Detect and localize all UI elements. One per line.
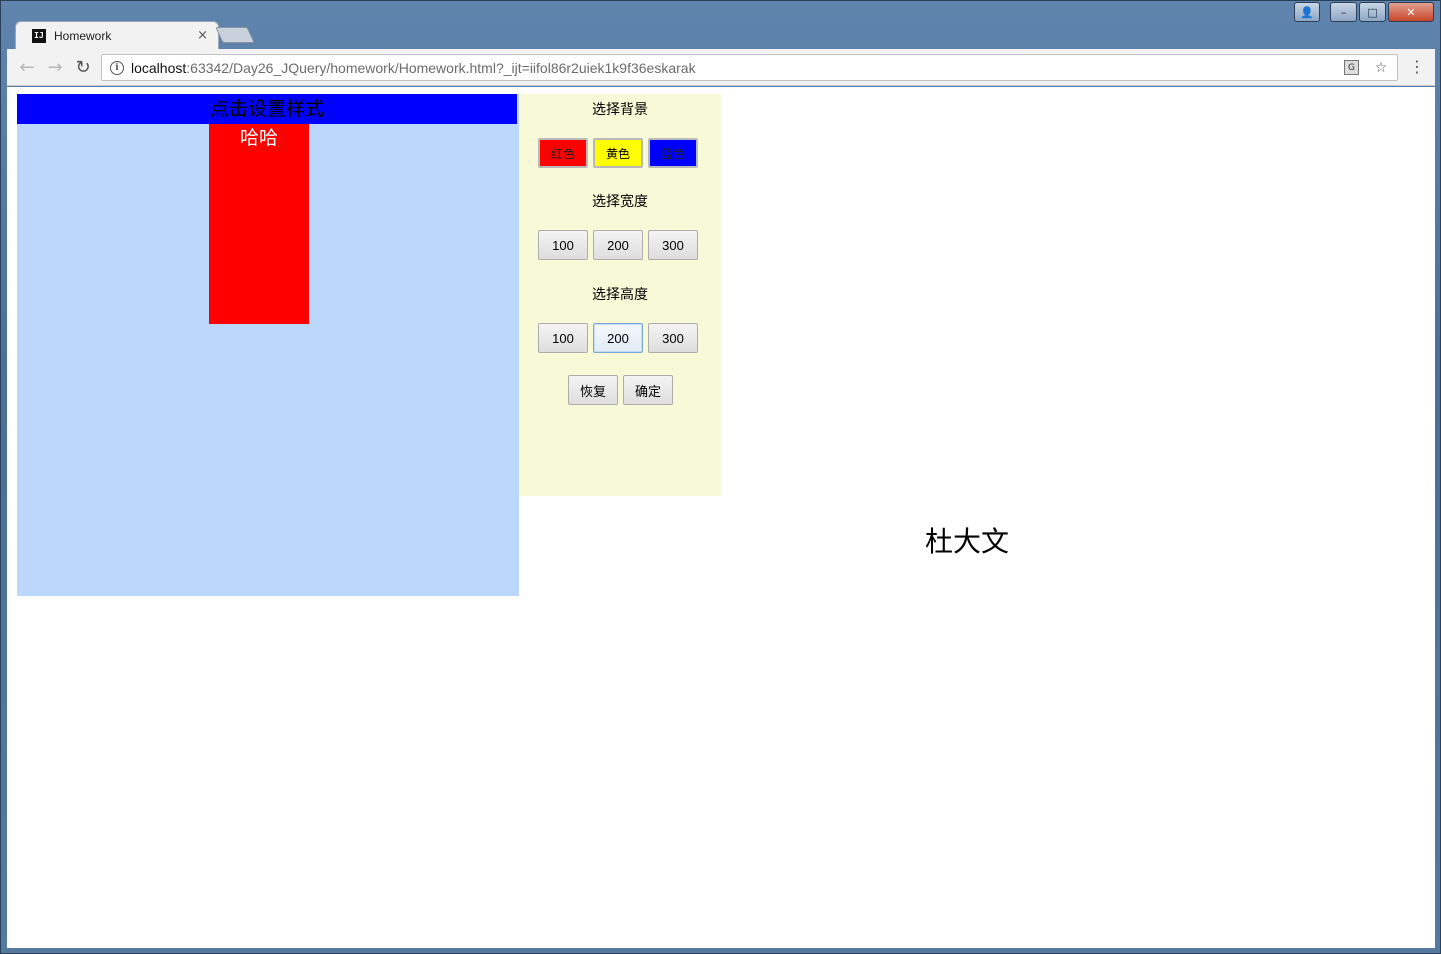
action-button-row: 恢复 确定 — [568, 375, 673, 405]
height-300-button[interactable]: 300 — [648, 323, 698, 353]
close-window-button[interactable]: ✕ — [1388, 2, 1434, 22]
title-bar: 👤 – □ ✕ IJ Homework × — [1, 1, 1440, 49]
height-200-button[interactable]: 200 — [593, 323, 643, 353]
intellij-favicon-icon: IJ — [32, 28, 46, 43]
url-text[interactable]: localhost:63342/Day26_JQuery/homework/Ho… — [131, 60, 1344, 76]
reload-icon[interactable]: ↻ — [71, 55, 95, 79]
height-button-row: 100 200 300 — [538, 323, 698, 353]
forward-arrow-icon[interactable]: → — [43, 55, 67, 79]
tab-title: Homework — [54, 28, 112, 43]
width-300-button[interactable]: 300 — [648, 230, 698, 260]
tab-close-icon[interactable]: × — [197, 28, 208, 43]
author-name: 杜大文 — [925, 525, 1010, 558]
bg-red-button[interactable]: 红色 — [538, 138, 588, 168]
site-info-icon[interactable]: i — [110, 60, 124, 75]
maximize-button[interactable]: □ — [1359, 2, 1386, 22]
set-style-header[interactable]: 点击设置样式 — [17, 94, 517, 124]
url-path: :63342/Day26_JQuery/homework/Homework.ht… — [186, 59, 696, 76]
height-heading: 选择高度 — [592, 287, 648, 303]
back-arrow-icon[interactable]: ← — [15, 55, 39, 79]
address-bar[interactable]: i localhost:63342/Day26_JQuery/homework/… — [101, 54, 1398, 81]
background-heading: 选择背景 — [592, 102, 648, 118]
width-heading: 选择宽度 — [592, 194, 648, 210]
confirm-button[interactable]: 确定 — [623, 375, 673, 405]
width-100-button[interactable]: 100 — [538, 230, 588, 260]
bg-yellow-button[interactable]: 黄色 — [593, 138, 643, 168]
browser-window: 👤 – □ ✕ IJ Homework × ← → ↻ i localhost:… — [0, 0, 1441, 954]
height-100-button[interactable]: 100 — [538, 323, 588, 353]
width-200-button[interactable]: 200 — [593, 230, 643, 260]
user-profile-icon[interactable]: 👤 — [1294, 2, 1320, 22]
browser-toolbar: ← → ↻ i localhost:63342/Day26_JQuery/hom… — [7, 49, 1435, 86]
style-control-panel: 选择背景 红色 黄色 蓝色 选择宽度 100 200 300 选择高度 100 … — [519, 94, 721, 496]
new-tab-button[interactable] — [215, 27, 255, 43]
browser-tab[interactable]: IJ Homework × — [15, 21, 219, 49]
translate-icon[interactable]: G — [1344, 60, 1359, 75]
background-button-row: 红色 黄色 蓝色 — [538, 138, 698, 168]
target-box: 哈哈 — [209, 124, 309, 324]
url-host: localhost — [131, 59, 187, 76]
width-button-row: 100 200 300 — [538, 230, 698, 260]
minimize-button[interactable]: – — [1330, 2, 1357, 22]
bookmark-star-icon[interactable]: ☆ — [1371, 60, 1391, 76]
window-controls: 👤 – □ ✕ — [1292, 2, 1434, 22]
reset-button[interactable]: 恢复 — [568, 375, 618, 405]
page-viewport: 点击设置样式 哈哈 选择背景 红色 黄色 蓝色 选择宽度 100 200 300… — [7, 87, 1435, 948]
bg-blue-button[interactable]: 蓝色 — [648, 138, 698, 168]
main-box: 点击设置样式 哈哈 — [17, 94, 519, 596]
browser-menu-icon[interactable]: ⋮ — [1409, 57, 1425, 77]
